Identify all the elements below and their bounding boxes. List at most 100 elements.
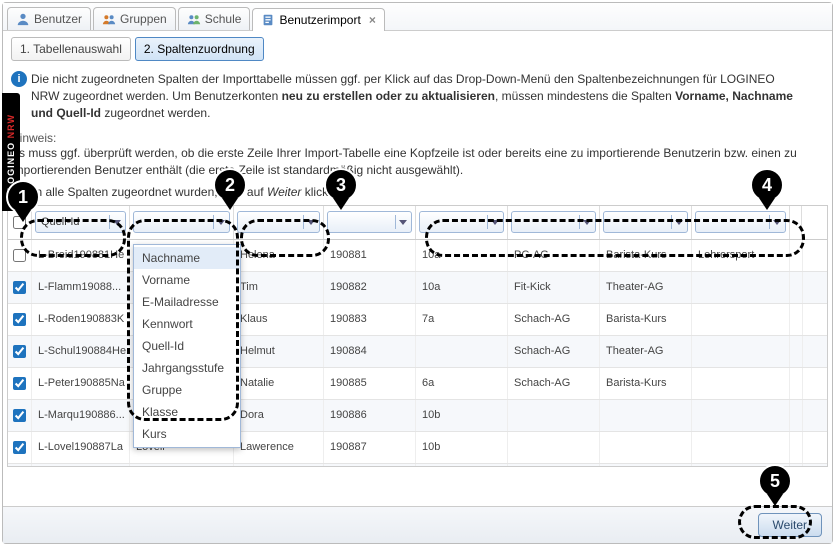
table-row[interactable]: L-Breid190881HeHelena19088110aPC-AGBaris… — [8, 240, 827, 272]
cta-line: Wenn alle Spalten zugeordnet wurden, bit… — [3, 183, 832, 205]
cell: Helmut — [234, 336, 324, 367]
cell: PC-AG — [508, 240, 600, 271]
import-table: Quell-Id L-Breid190881HeHelena19088110aP… — [7, 205, 828, 467]
cell: 10b — [416, 432, 508, 463]
side-tab-label: LOGINEO NRW — [6, 114, 16, 190]
cell — [692, 432, 790, 463]
cell: 190888 — [324, 464, 416, 466]
col-select-3[interactable] — [327, 211, 412, 233]
cell: L-Lovel190887La — [32, 432, 130, 463]
cell: 10a — [416, 272, 508, 303]
dropdown-item[interactable]: Jahrgangsstufe — [134, 357, 240, 379]
cell: 10b — [416, 400, 508, 431]
cell: 10a — [416, 240, 508, 271]
col-select-7[interactable] — [695, 211, 786, 233]
cell: Klaus — [234, 304, 324, 335]
tab-import[interactable]: Benutzerimport × — [252, 8, 384, 31]
hint-label: Hinweis: — [11, 131, 832, 145]
step-strip: 1. Tabellenauswahl 2. Spaltenzuordnung — [3, 31, 832, 67]
row-checkbox[interactable] — [13, 441, 26, 454]
row-checkbox[interactable] — [13, 345, 26, 358]
cell — [692, 272, 790, 303]
cell: L-Marqu190886... — [32, 400, 130, 431]
cell: 8b — [416, 464, 508, 466]
step-2[interactable]: 2. Spaltenzuordnung — [135, 37, 264, 61]
cell: L-Breid190881He — [32, 240, 130, 271]
select-all-checkbox[interactable] — [13, 216, 26, 229]
row-checkbox[interactable] — [13, 313, 26, 326]
close-icon[interactable]: × — [369, 13, 376, 27]
row-checkbox[interactable] — [13, 281, 26, 294]
cell: 190881 — [324, 240, 416, 271]
tab-label: Schule — [205, 12, 242, 26]
cell: Fit-Kick — [508, 272, 600, 303]
dropdown-item[interactable]: Klasse — [134, 401, 240, 423]
cell: Schach-AG — [508, 336, 600, 367]
tab-label: Benutzerimport — [279, 13, 360, 27]
chevron-down-icon — [671, 215, 685, 229]
row-checkbox[interactable] — [13, 377, 26, 390]
import-icon — [261, 13, 275, 27]
cell: 190885 — [324, 368, 416, 399]
col-select-2[interactable] — [237, 211, 320, 233]
next-button[interactable]: Weiter — [758, 513, 822, 537]
tab-gruppen[interactable]: Gruppen — [93, 7, 176, 30]
dropdown-item[interactable]: Gruppe — [134, 379, 240, 401]
table-row[interactable]: L-Flamm19088...Tim19088210aFit-KickTheat… — [8, 272, 827, 304]
step-1[interactable]: 1. Tabellenauswahl — [11, 37, 131, 61]
cell — [600, 432, 692, 463]
cell: Theater-AG — [600, 272, 692, 303]
dropdown-item[interactable]: Kurs — [134, 423, 240, 445]
table-row[interactable]: L-Peter190885NaNatalie1908856aSchach-AGB… — [8, 368, 827, 400]
table-row[interactable]: L-Marqu190886...MarquardDora19088610b — [8, 400, 827, 432]
cell: Anton — [234, 464, 324, 466]
cell: 190883 — [324, 304, 416, 335]
chevron-down-icon — [395, 215, 409, 229]
tab-benutzer[interactable]: Benutzer — [7, 7, 91, 30]
school-icon — [187, 12, 201, 26]
footer: Weiter — [3, 506, 832, 543]
cell: Lehrersport — [692, 240, 790, 271]
user-icon — [16, 12, 30, 26]
cell: L-Flamm19088... — [32, 272, 130, 303]
row-checkbox[interactable] — [13, 249, 26, 262]
info-text: Die nicht zugeordneten Spalten der Impor… — [31, 71, 806, 121]
table-row[interactable]: L-HornAnton1908888b — [8, 464, 827, 466]
cell: Schach-AG — [508, 368, 600, 399]
col-select-5[interactable] — [511, 211, 596, 233]
dropdown-item[interactable]: Kennwort — [134, 313, 240, 335]
cell — [508, 432, 600, 463]
chevron-down-icon — [487, 215, 501, 229]
cell: 190887 — [324, 432, 416, 463]
cell: L-Peter190885Na — [32, 368, 130, 399]
cell: Dora — [234, 400, 324, 431]
table-row[interactable]: L-Roden190883KKlaus1908837aSchach-AGBari… — [8, 304, 827, 336]
cell: Tim — [234, 272, 324, 303]
table-row[interactable]: L-Lovel190887LaLovellLawerence19088710b — [8, 432, 827, 464]
row-checkbox[interactable] — [13, 409, 26, 422]
cell: Lawerence — [234, 432, 324, 463]
cell — [692, 368, 790, 399]
tab-schule[interactable]: Schule — [178, 7, 251, 30]
dropdown-item[interactable]: Vorname — [134, 269, 240, 291]
col-select-dropdown[interactable]: NachnameVornameE-MailadresseKennwortQuel… — [133, 244, 241, 448]
dropdown-item[interactable]: E-Mailadresse — [134, 291, 240, 313]
chevron-down-icon — [109, 215, 123, 229]
dropdown-item[interactable]: Quell-Id — [134, 335, 240, 357]
col-select-6[interactable] — [603, 211, 688, 233]
chevron-down-icon — [579, 215, 593, 229]
col-select-4[interactable] — [419, 211, 504, 233]
col-select-0[interactable]: Quell-Id — [35, 211, 126, 233]
dropdown-item[interactable]: Nachname — [134, 247, 240, 269]
cell — [600, 400, 692, 431]
data-rows[interactable]: L-Breid190881HeHelena19088110aPC-AGBaris… — [8, 240, 827, 466]
tab-strip: Benutzer Gruppen Schule Benutzerimport × — [3, 3, 832, 31]
col-select-1[interactable] — [133, 211, 230, 233]
table-row[interactable]: L-Schul190884HeHelmut190884Schach-AGThea… — [8, 336, 827, 368]
cell: Barista-Kurs — [600, 368, 692, 399]
side-tab-logineo[interactable]: LOGINEO NRW — [2, 93, 20, 211]
chevron-down-icon — [213, 215, 227, 229]
cell: Schach-AG — [508, 304, 600, 335]
cell — [600, 464, 692, 466]
tab-label: Gruppen — [120, 12, 167, 26]
